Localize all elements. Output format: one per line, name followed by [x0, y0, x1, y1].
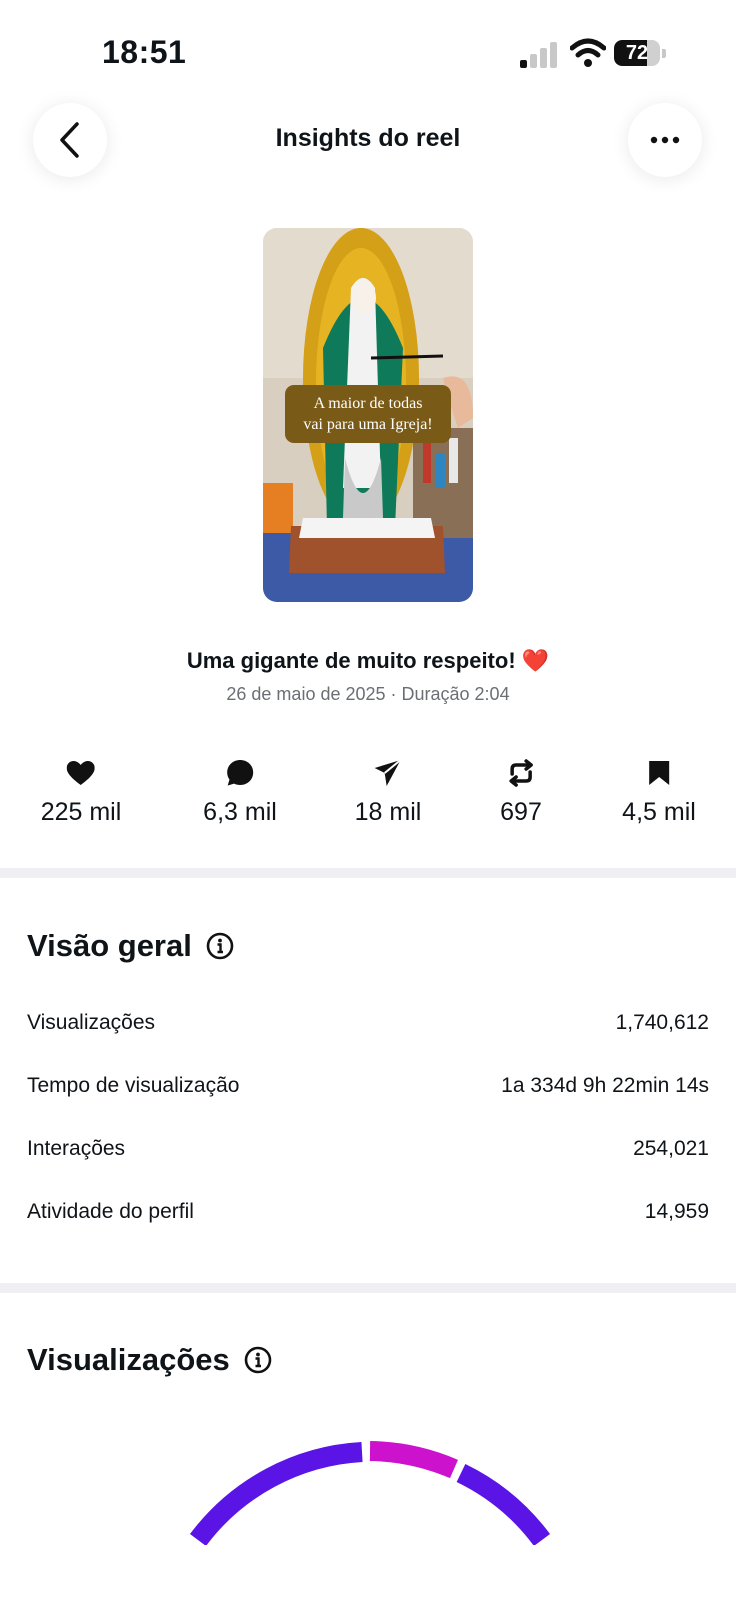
thumbnail-caption-line1: A maior de todas: [313, 395, 423, 412]
likes-stat: 225 mil: [40, 758, 122, 827]
row-value: 1,740,612: [615, 1011, 709, 1034]
reel-thumbnail[interactable]: A maior de todas vai para uma Igreja!: [263, 228, 473, 602]
wifi-icon: [570, 38, 606, 67]
heart-icon: [66, 758, 96, 788]
views-section-title: Visualizações: [27, 1342, 272, 1378]
reposts-count: 697: [500, 798, 542, 826]
thumbnail-caption-line2: vai para uma Igreja!: [303, 416, 433, 433]
row-label: Tempo de visualização: [27, 1074, 240, 1097]
signal-icon: [520, 42, 557, 68]
shares-count: 18 mil: [354, 798, 422, 826]
views-donut-chart: [189, 1441, 551, 1545]
info-icon[interactable]: [244, 1346, 272, 1374]
battery-icon: 72: [614, 40, 668, 68]
more-horizontal-icon: [650, 136, 680, 144]
reel-title: Uma gigante de muito respeito! ❤️: [186, 648, 550, 673]
reel-thumbnail-caption: A maior de todas vai para uma Igreja!: [285, 385, 451, 443]
status-bar: 18:51 72: [0, 0, 736, 100]
overview-row-interactions: Interações 254,021: [27, 1137, 709, 1161]
donut-segment-purple-left: [189, 1442, 363, 1545]
section-divider: [0, 868, 736, 878]
row-label: Interações: [27, 1137, 126, 1160]
more-options-button[interactable]: [628, 103, 702, 177]
row-value: 254,021: [633, 1137, 709, 1160]
share-icon: [373, 758, 403, 788]
info-icon[interactable]: [206, 932, 234, 960]
row-label: Visualizações: [27, 1011, 156, 1034]
section-divider: [0, 1283, 736, 1293]
row-value: 14,959: [644, 1200, 709, 1223]
reel-meta: 26 de maio de 2025 · Duração 2:04: [226, 684, 510, 704]
comments-count: 6,3 mil: [203, 798, 277, 826]
overview-row-views: Visualizações 1,740,612: [27, 1011, 709, 1035]
views-title-text: Visualizações: [27, 1342, 230, 1377]
saves-count: 4,5 mil: [622, 798, 696, 826]
battery-percent: 72: [625, 42, 649, 64]
overview-title: Visão geral: [27, 928, 234, 964]
bookmark-icon: [644, 758, 674, 788]
status-time: 18:51: [102, 34, 187, 70]
overview-row-profile-activity: Atividade do perfil 14,959: [27, 1200, 709, 1224]
comments-stat: 6,3 mil: [203, 758, 277, 827]
shares-stat: 18 mil: [354, 758, 422, 827]
page-title: Insights do reel: [275, 124, 461, 152]
donut-segment-purple-right: [456, 1463, 551, 1545]
donut-segment-magenta: [369, 1441, 458, 1479]
repost-icon: [506, 758, 536, 788]
likes-count: 225 mil: [40, 798, 122, 826]
overview-title-text: Visão geral: [27, 928, 192, 963]
row-value: 1a 334d 9h 22min 14s: [501, 1074, 709, 1097]
saves-stat: 4,5 mil: [622, 758, 696, 827]
row-label: Atividade do perfil: [27, 1200, 194, 1223]
overview-row-watch-time: Tempo de visualização 1a 334d 9h 22min 1…: [27, 1074, 709, 1098]
reposts-stat: 697: [500, 758, 542, 827]
comment-icon: [225, 758, 255, 788]
